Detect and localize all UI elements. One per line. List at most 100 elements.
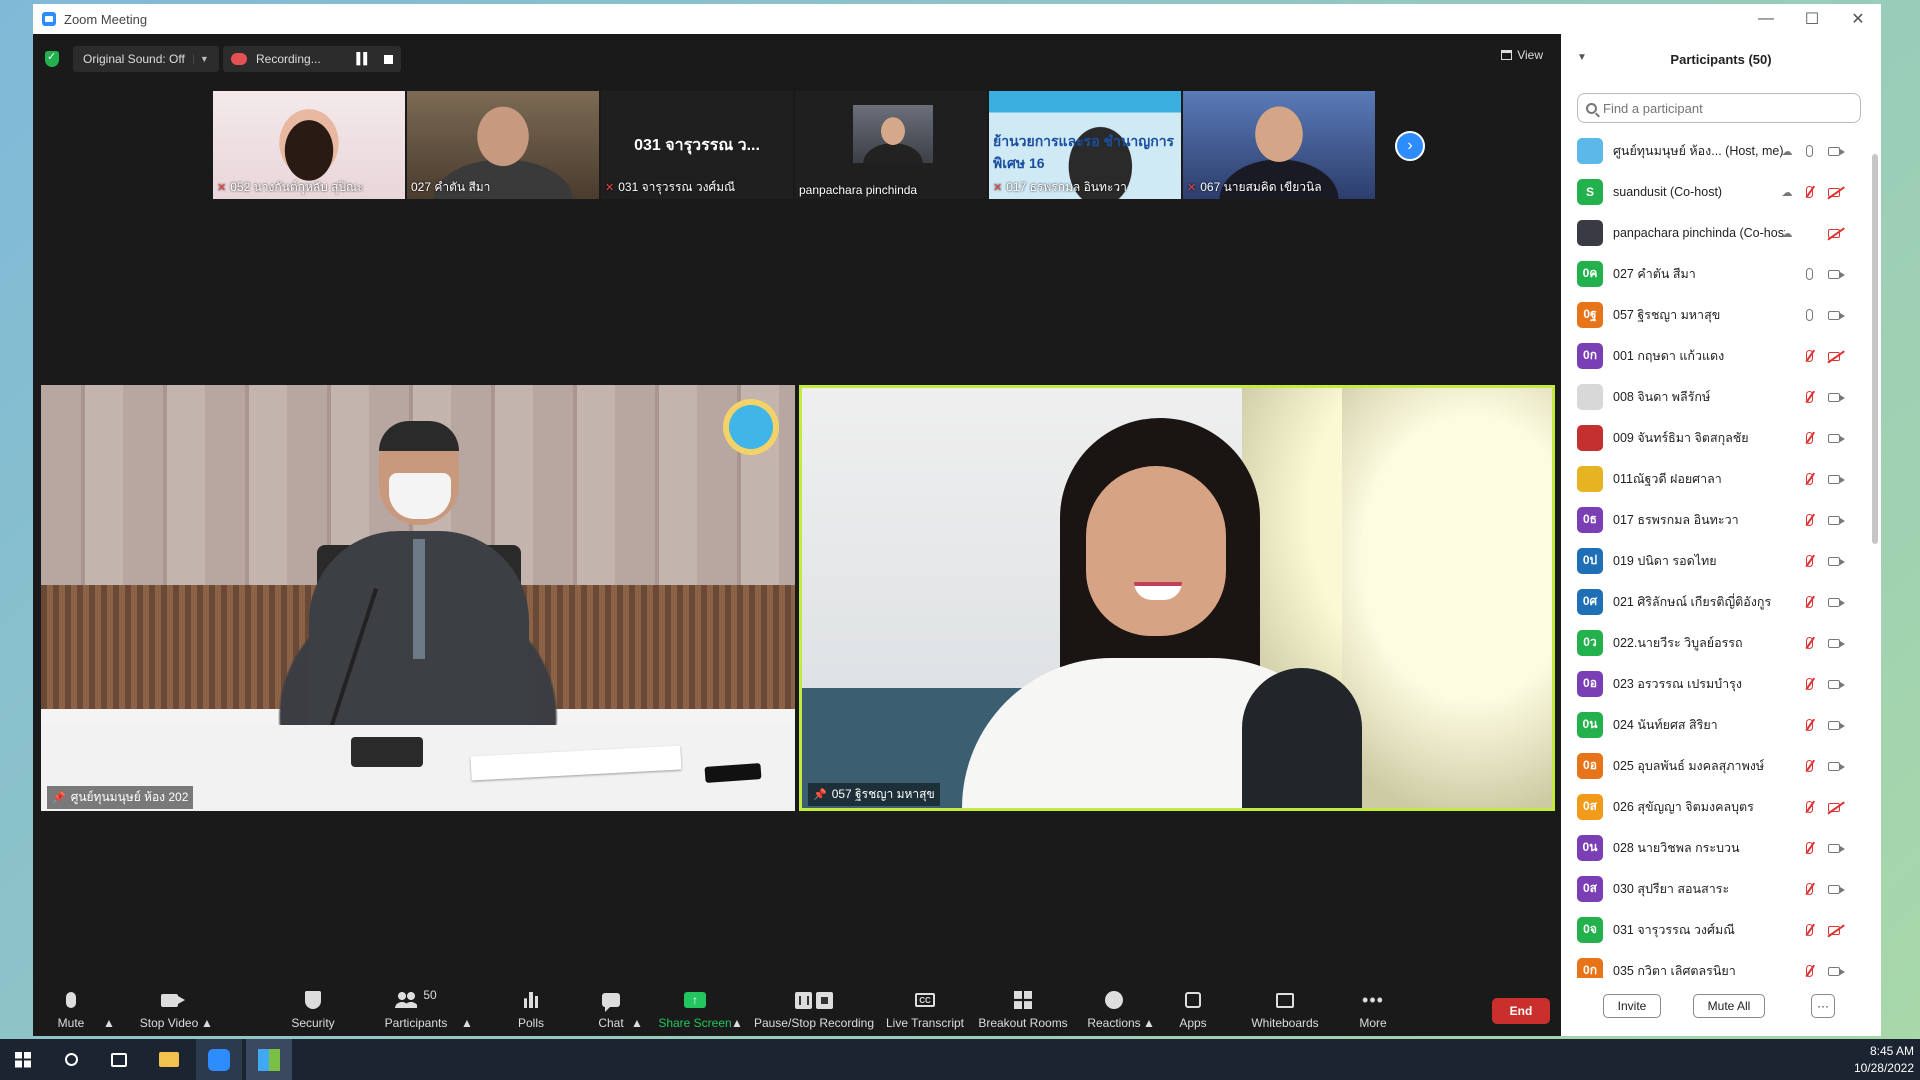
video-camera-icon[interactable]	[1826, 553, 1845, 569]
video-thumbnail[interactable]: ✕ 067 นายสมคิด เขียวนิล	[1183, 91, 1375, 199]
video-camera-icon[interactable]	[1826, 676, 1845, 692]
zoom-taskbar-button[interactable]	[196, 1039, 242, 1080]
microphone-icon[interactable]	[1801, 266, 1817, 282]
participant-row[interactable]: 0อ 025 อุบลพันธ์ มงคลสุภาพงษ์	[1561, 745, 1873, 786]
participant-row[interactable]: 0ศ 021 ศิริลักษณ์ เกียรติญี่ติอังกูร	[1561, 581, 1873, 622]
video-thumbnail[interactable]: ย้านวยการและรอ ชำนาญการพิเศษ 16 ✕ 017 ธรพ…	[989, 91, 1181, 199]
participant-search[interactable]	[1577, 93, 1861, 123]
participant-row[interactable]: 0น 028 นายวิชพล กระบวน	[1561, 827, 1873, 868]
reactions-button[interactable]: Reactions	[1087, 984, 1141, 1036]
participant-row[interactable]: 0ค 027 คำตัน สีมา	[1561, 253, 1873, 294]
video-camera-icon[interactable]	[1826, 389, 1845, 405]
participant-row[interactable]: Ssuandusit (Co-host) ☁	[1561, 171, 1873, 212]
microphone-muted-icon[interactable]	[1801, 389, 1817, 405]
participants-options-caret-icon[interactable]: ▲	[461, 984, 473, 1036]
microphone-muted-icon[interactable]	[1801, 881, 1817, 897]
participant-row[interactable]: 009 จันทร์ธิมา จิตสกุลชัย	[1561, 417, 1873, 458]
microphone-icon[interactable]	[1801, 307, 1817, 323]
active-speaker-tile[interactable]: 📌 057 ฐิรชญา มหาสุข	[799, 385, 1555, 811]
microphone-muted-icon[interactable]	[1801, 758, 1817, 774]
microphone-muted-icon[interactable]	[1801, 348, 1817, 364]
participant-row[interactable]: 011ณัฐวดี ฝอยศาลา	[1561, 458, 1873, 499]
stop-icon[interactable]	[384, 54, 393, 64]
breakout-rooms-button[interactable]: Breakout Rooms	[978, 984, 1068, 1036]
microphone-muted-icon[interactable]	[1801, 430, 1817, 446]
chevron-down-icon[interactable]: ▼	[192, 54, 209, 64]
microphone-muted-icon[interactable]	[1801, 471, 1817, 487]
microphone-muted-icon[interactable]	[1801, 594, 1817, 610]
video-camera-icon[interactable]	[1826, 143, 1845, 159]
video-camera-icon[interactable]	[1826, 963, 1845, 978]
original-sound-toggle[interactable]: Original Sound: Off ▼	[73, 46, 219, 72]
close-button[interactable]: ✕	[1835, 4, 1881, 34]
share-options-caret-icon[interactable]: ▲	[731, 984, 743, 1036]
participant-row[interactable]: 0ฐ 057 ฐิรชญา มหาสุข	[1561, 294, 1873, 335]
microphone-muted-icon[interactable]	[1801, 184, 1817, 200]
microphone-muted-icon[interactable]	[1801, 553, 1817, 569]
encryption-shield-icon[interactable]	[45, 50, 59, 67]
security-button[interactable]: Security	[283, 984, 343, 1036]
system-clock[interactable]: 8:45 AM 10/28/2022	[1854, 1043, 1914, 1077]
participant-row[interactable]: 0น 024 นันท์ยศส สิริยา	[1561, 704, 1873, 745]
participant-row[interactable]: 0ส 026 สุขัญญา จิตมงคลบุตร	[1561, 786, 1873, 827]
participant-row[interactable]: 0ธ 017 ธรพรกมล อินทะวา	[1561, 499, 1873, 540]
video-camera-off-icon[interactable]	[1826, 922, 1842, 938]
video-camera-off-icon[interactable]	[1826, 184, 1842, 200]
video-camera-icon[interactable]	[1826, 635, 1845, 651]
app-taskbar-button[interactable]	[246, 1039, 292, 1080]
video-camera-off-icon[interactable]	[1826, 225, 1842, 241]
apps-button[interactable]: Apps	[1177, 984, 1209, 1036]
video-camera-icon[interactable]	[1826, 594, 1845, 610]
video-camera-icon[interactable]	[1826, 512, 1845, 528]
participant-row[interactable]: 008 จินดา พลีรักษ์	[1561, 376, 1873, 417]
microphone-icon[interactable]	[1801, 143, 1817, 159]
pause-icon[interactable]: ▌▌	[356, 53, 371, 65]
participant-row[interactable]: 0ป 019 ปนิดา รอดไทย	[1561, 540, 1873, 581]
microphone-muted-icon[interactable]	[1801, 922, 1817, 938]
video-camera-icon[interactable]	[1826, 307, 1845, 323]
end-meeting-button[interactable]: End	[1492, 998, 1550, 1024]
stop-video-button[interactable]: Stop Video	[137, 984, 201, 1036]
video-thumbnail[interactable]: panpachara pinchinda	[795, 91, 987, 199]
microphone-muted-icon[interactable]	[1801, 717, 1817, 733]
video-thumbnail[interactable]: ✕ 052 นางกันต์กุหลับ สุปิณะ	[213, 91, 405, 199]
video-camera-icon[interactable]	[1826, 471, 1845, 487]
chat-options-caret-icon[interactable]: ▲	[631, 984, 643, 1036]
polls-button[interactable]: Polls	[511, 984, 551, 1036]
file-explorer-button[interactable]	[146, 1039, 192, 1080]
share-screen-button[interactable]: ↑ Share Screen	[658, 984, 732, 1036]
microphone-muted-icon[interactable]	[1801, 512, 1817, 528]
minimize-button[interactable]: —	[1743, 4, 1789, 34]
mute-button[interactable]: Mute	[49, 984, 93, 1036]
video-camera-icon[interactable]	[1826, 717, 1845, 733]
video-camera-icon[interactable]	[1826, 430, 1845, 446]
mute-options-caret-icon[interactable]: ▲	[103, 984, 115, 1036]
start-button[interactable]	[0, 1039, 46, 1080]
microphone-muted-icon[interactable]	[1801, 963, 1817, 978]
more-options-button[interactable]: ···	[1811, 994, 1835, 1018]
search-button[interactable]	[48, 1039, 94, 1080]
video-thumbnail[interactable]: 031 จารุวรรณ ว... ✕ 031 จารุวรรณ วงศ์มณี	[601, 91, 793, 199]
chat-button[interactable]: Chat	[591, 984, 631, 1036]
video-options-caret-icon[interactable]: ▲	[201, 984, 213, 1036]
microphone-muted-icon[interactable]	[1801, 635, 1817, 651]
video-thumbnail[interactable]: 027 คำตัน สีมา	[407, 91, 599, 199]
video-camera-off-icon[interactable]	[1826, 799, 1842, 815]
live-transcript-button[interactable]: CC Live Transcript	[886, 984, 964, 1036]
video-camera-icon[interactable]	[1826, 881, 1845, 897]
participant-row[interactable]: 0ก 035 กวิตา เลิศตลรนิยา	[1561, 950, 1873, 978]
task-view-button[interactable]	[96, 1039, 142, 1080]
participant-row[interactable]: panpachara pinchinda (Co-host) ☁	[1561, 212, 1873, 253]
participants-button[interactable]: 50 Participants	[379, 984, 453, 1036]
pause-stop-recording-button[interactable]: Pause/Stop Recording	[753, 984, 875, 1036]
microphone-muted-icon[interactable]	[1801, 799, 1817, 815]
video-camera-icon[interactable]	[1826, 758, 1845, 774]
participant-row[interactable]: 0จ 031 จารุวรรณ วงศ์มณี	[1561, 909, 1873, 950]
chevron-right-icon[interactable]: ›	[1395, 131, 1425, 161]
video-camera-off-icon[interactable]	[1826, 348, 1842, 364]
maximize-button[interactable]: ☐	[1789, 4, 1835, 34]
view-button[interactable]: View	[1501, 48, 1543, 62]
participant-row[interactable]: 0ส 030 สุปรียา สอนสาระ	[1561, 868, 1873, 909]
participant-row[interactable]: ศูนย์ทุนมนุษย์ ห้อง... (Host, me) ☁	[1561, 130, 1873, 171]
invite-button[interactable]: Invite	[1603, 994, 1661, 1018]
